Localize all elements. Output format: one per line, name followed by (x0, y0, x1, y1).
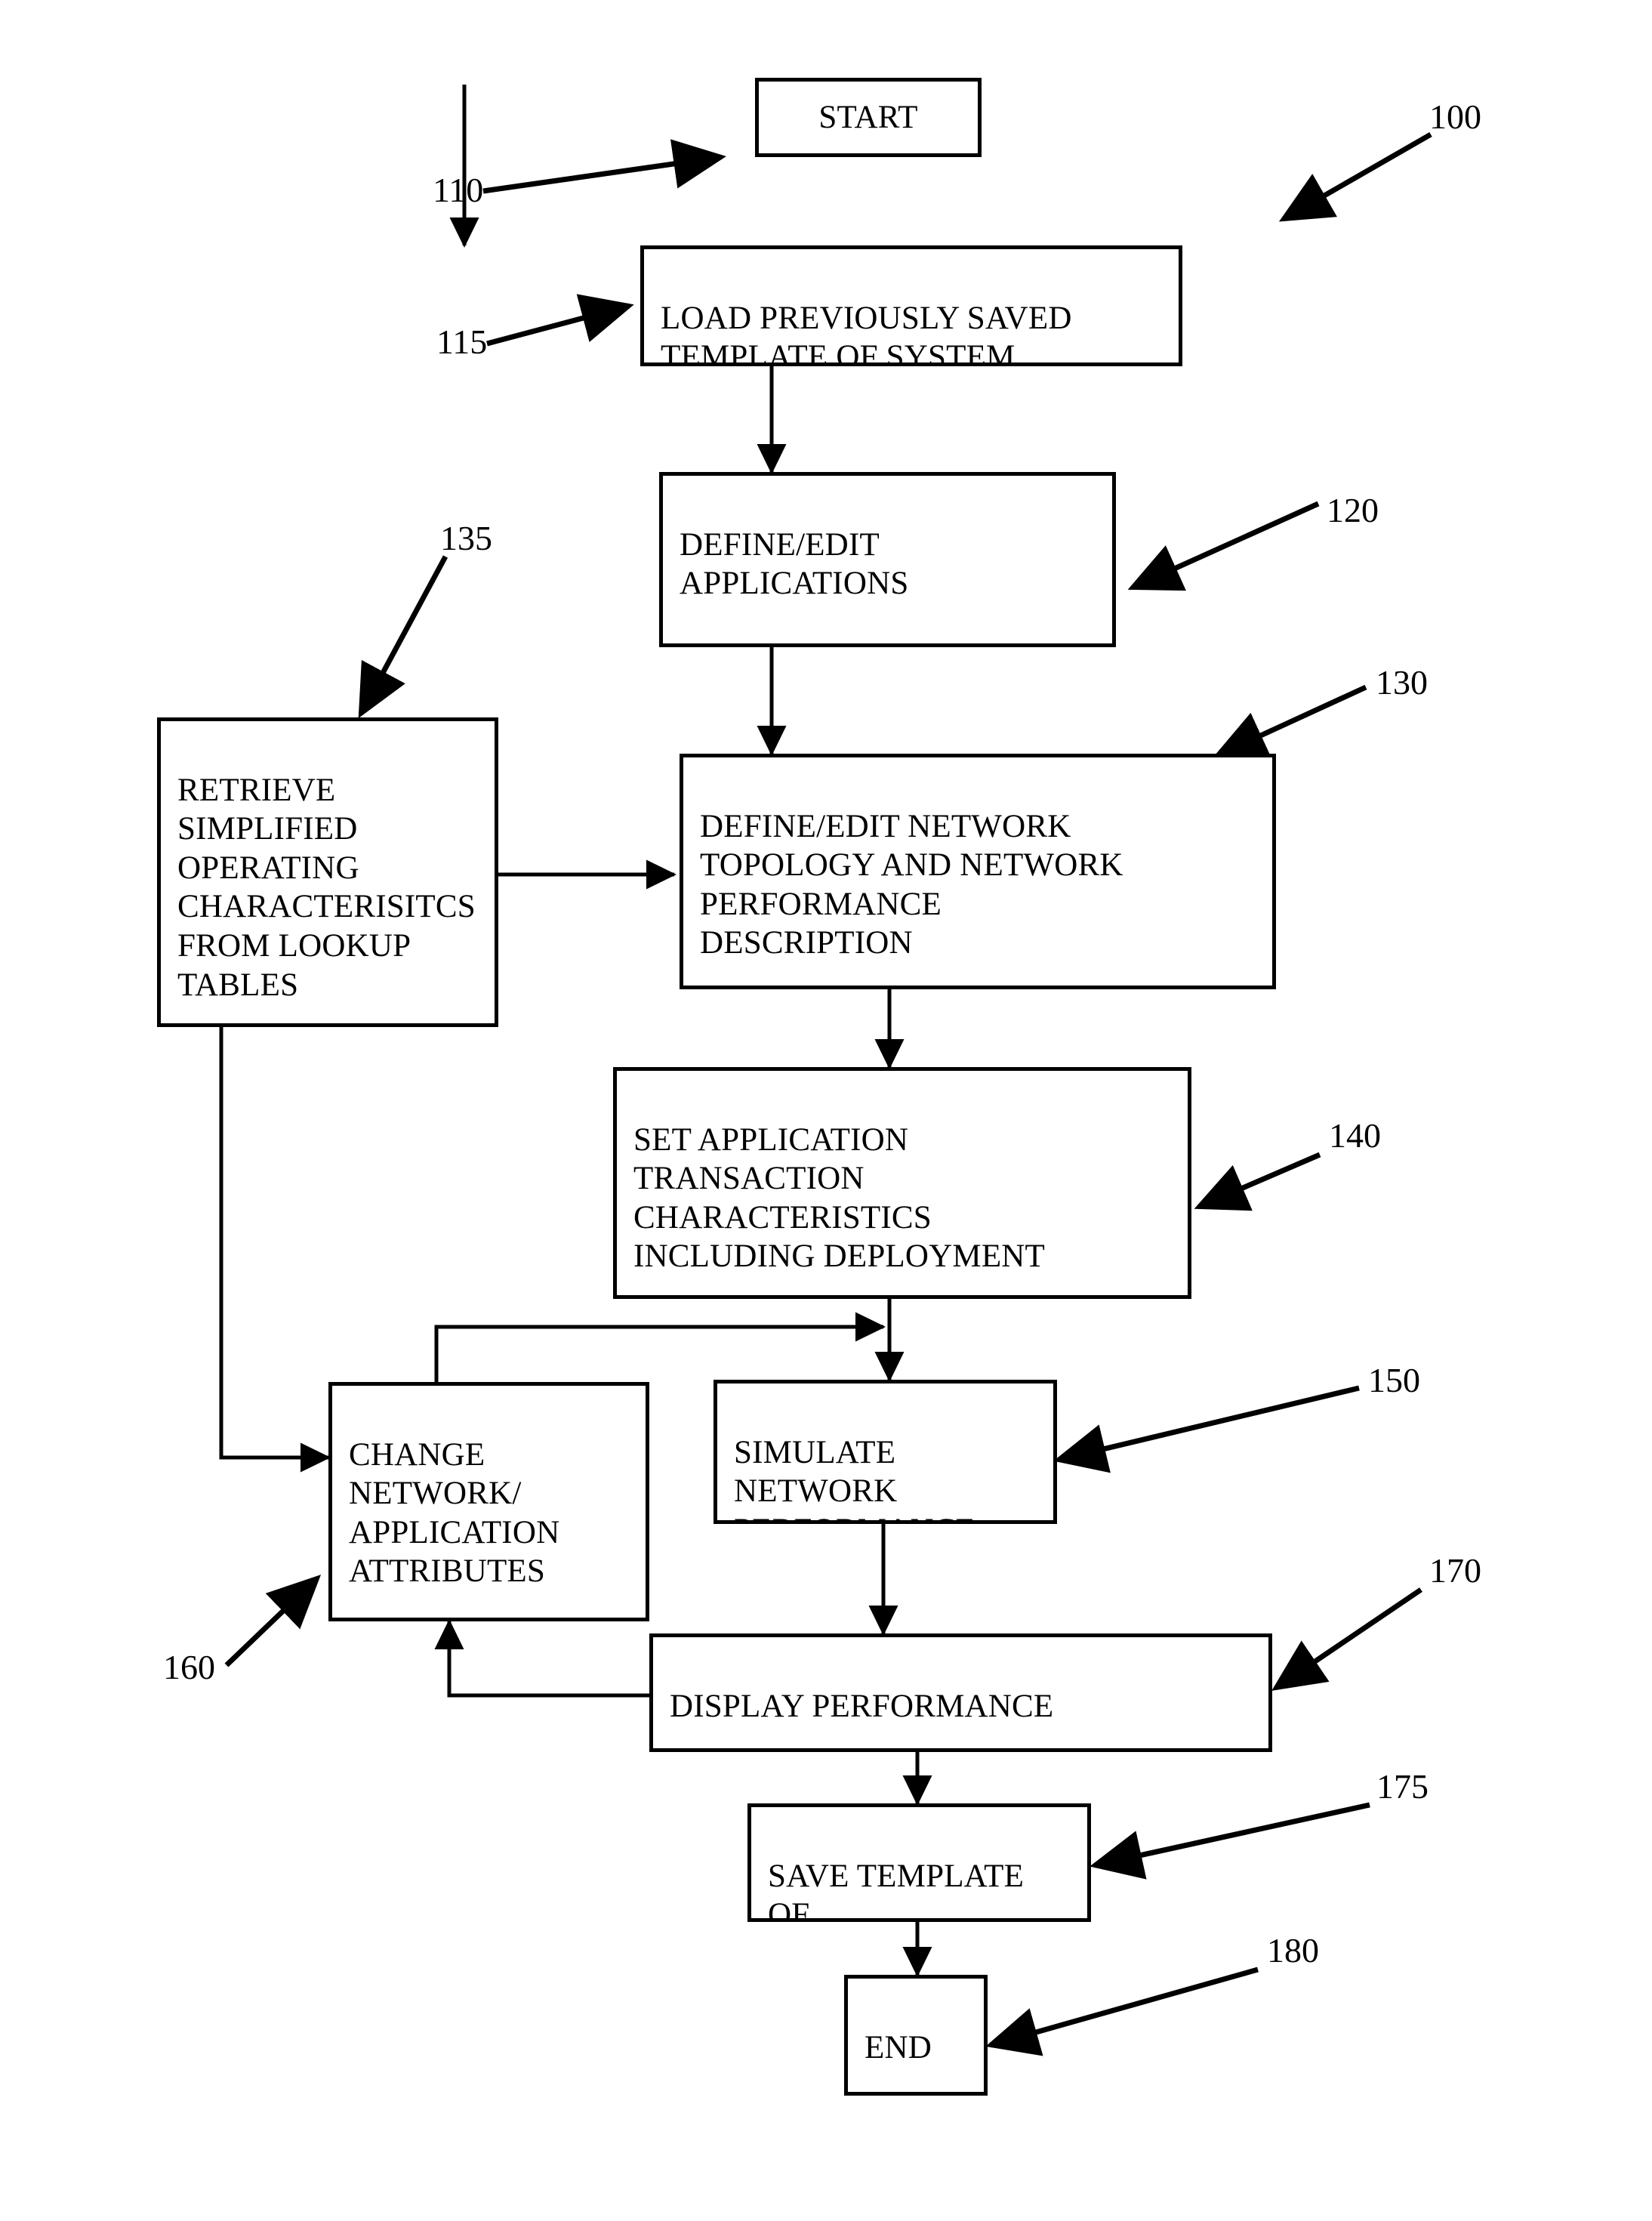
ref-label-135: 135 (440, 519, 492, 557)
node-load-template[interactable]: LOAD PREVIOUSLY SAVED TEMPLATE OF SYSTEM (640, 245, 1182, 366)
node-set-app-transaction-label: SET APPLICATION TRANSACTION CHARACTERIST… (633, 1121, 1046, 1275)
ref-label-150: 150 (1368, 1361, 1420, 1399)
ref-label-160: 160 (163, 1648, 215, 1686)
node-end[interactable]: END (844, 1975, 988, 2096)
leader-115 (486, 294, 634, 347)
ref-label-115: 115 (436, 322, 488, 361)
connector-retrieve-to-change (219, 1027, 331, 1473)
leader-135 (358, 555, 448, 719)
leader-140 (1194, 1152, 1321, 1211)
node-retrieve-lookup-label: RETRIEVE SIMPLIFIED OPERATING CHARACTERI… (177, 772, 476, 1003)
node-start-label: START (818, 99, 918, 135)
ref-label-110: 110 (433, 171, 484, 209)
ref-label-170: 170 (1429, 1551, 1481, 1590)
node-simulate-label: SIMULATE NETWORK PERFORMANCE (734, 1434, 975, 1520)
leader-130 (1213, 684, 1367, 758)
node-simulate[interactable]: SIMULATE NETWORK PERFORMANCE (714, 1380, 1057, 1524)
ref-label-130: 130 (1376, 663, 1428, 702)
node-save-template-label: SAVE TEMPLATE OF SYSTEM (768, 1858, 1025, 1922)
node-display-performance[interactable]: DISPLAY PERFORMANCE (649, 1633, 1272, 1752)
node-save-template[interactable]: SAVE TEMPLATE OF SYSTEM (747, 1803, 1091, 1922)
leader-170 (1271, 1587, 1422, 1691)
node-change-attributes[interactable]: CHANGE NETWORK/ APPLICATION ATTRIBUTES (328, 1382, 649, 1621)
ref-label-100: 100 (1429, 97, 1481, 136)
node-define-apps[interactable]: DEFINE/EDIT APPLICATIONS (659, 472, 1116, 647)
ref-label-120: 120 (1327, 491, 1379, 529)
ref-label-175: 175 (1376, 1767, 1429, 1806)
node-change-attributes-label: CHANGE NETWORK/ APPLICATION ATTRIBUTES (349, 1436, 560, 1590)
ref-label-180: 180 (1267, 1931, 1319, 1970)
leader-120 (1127, 501, 1320, 591)
connector-change-to-simulate-junction (434, 1312, 886, 1382)
node-display-performance-label: DISPLAY PERFORMANCE (670, 1688, 1054, 1724)
figure-canvas: START LOAD PREVIOUSLY SAVED TEMPLATE OF … (0, 0, 1652, 2221)
node-start[interactable]: START (755, 78, 982, 157)
node-retrieve-lookup[interactable]: RETRIEVE SIMPLIFIED OPERATING CHARACTERI… (157, 717, 498, 1027)
leader-160 (224, 1575, 322, 1667)
leader-180 (985, 1967, 1259, 2056)
connector-display-to-change (434, 1619, 653, 1698)
node-define-apps-label: DEFINE/EDIT APPLICATIONS (680, 526, 909, 602)
ref-label-140: 140 (1329, 1116, 1381, 1155)
node-end-label: END (865, 2029, 932, 2065)
node-set-app-transaction[interactable]: SET APPLICATION TRANSACTION CHARACTERIST… (613, 1067, 1191, 1299)
leader-100 (1278, 131, 1432, 222)
leader-175 (1090, 1802, 1370, 1880)
node-load-template-label: LOAD PREVIOUSLY SAVED TEMPLATE OF SYSTEM (661, 300, 1072, 366)
node-define-network[interactable]: DEFINE/EDIT NETWORK TOPOLOGY AND NETWORK… (680, 754, 1276, 989)
leader-150 (1053, 1385, 1360, 1473)
node-define-network-label: DEFINE/EDIT NETWORK TOPOLOGY AND NETWORK… (700, 808, 1123, 961)
leader-110 (482, 139, 726, 194)
